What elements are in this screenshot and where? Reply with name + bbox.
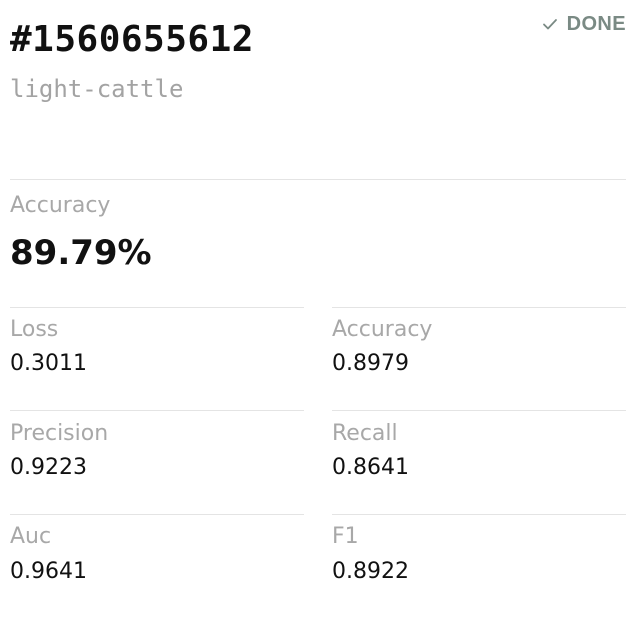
headline-metric-value: 89.79% — [10, 233, 152, 273]
metric-value: 0.8979 — [332, 351, 409, 376]
metric-label: Recall — [332, 421, 398, 446]
metric-label: Accuracy — [332, 317, 433, 342]
run-id: #1560655612 — [10, 19, 254, 60]
metric-value: 0.8922 — [332, 559, 409, 584]
metric-label: Loss — [10, 317, 59, 342]
metric-value: 0.8641 — [332, 455, 409, 480]
status-text: DONE — [566, 13, 626, 35]
headline-metric-label: Accuracy — [10, 193, 111, 218]
status-badge: DONE — [542, 12, 626, 36]
metric-value: 0.3011 — [10, 351, 87, 376]
metric-label: Auc — [10, 524, 52, 549]
divider — [10, 410, 304, 411]
run-name: light-cattle — [10, 75, 184, 103]
divider — [10, 179, 626, 180]
divider — [332, 410, 626, 411]
divider — [10, 514, 304, 515]
metric-value: 0.9641 — [10, 559, 87, 584]
metric-label: Precision — [10, 421, 109, 446]
metric-label: F1 — [332, 524, 359, 549]
divider — [332, 307, 626, 308]
divider — [10, 307, 304, 308]
metric-value: 0.9223 — [10, 455, 87, 480]
check-icon — [542, 19, 557, 30]
divider — [332, 514, 626, 515]
